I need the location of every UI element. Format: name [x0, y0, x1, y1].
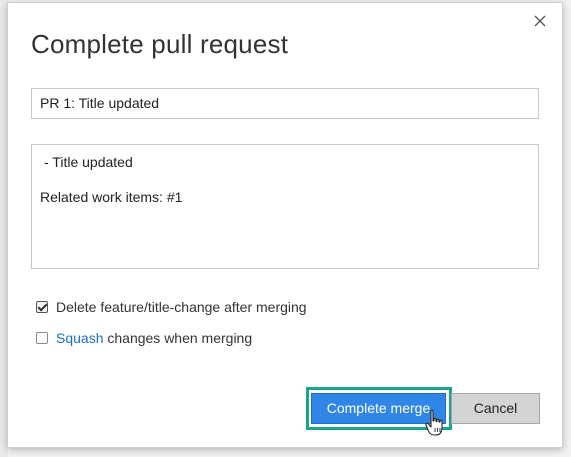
complete-pull-request-dialog: Complete pull request PR 1: Title update… — [7, 2, 563, 448]
delete-branch-label: Delete feature/title-change after mergin… — [56, 299, 307, 315]
squash-checkbox[interactable] — [36, 332, 48, 344]
squash-label: changes when merging — [103, 330, 253, 346]
squash-link[interactable]: Squash — [56, 330, 103, 346]
dialog-title: Complete pull request — [31, 29, 289, 59]
cancel-button[interactable]: Cancel — [451, 393, 540, 424]
pr-description-textarea[interactable]: - Title updated Related work items: #1 — [31, 144, 539, 269]
delete-branch-option[interactable]: Delete feature/title-change after mergin… — [36, 299, 307, 315]
squash-option[interactable]: Squash changes when merging — [36, 330, 252, 346]
hand-cursor-icon — [424, 409, 446, 437]
close-icon[interactable] — [532, 13, 548, 29]
delete-branch-checkbox[interactable] — [36, 301, 48, 313]
pr-title-input[interactable]: PR 1: Title updated — [31, 88, 539, 119]
description-line: - Title updated — [44, 154, 133, 170]
description-line: Related work items: #1 — [40, 189, 183, 205]
